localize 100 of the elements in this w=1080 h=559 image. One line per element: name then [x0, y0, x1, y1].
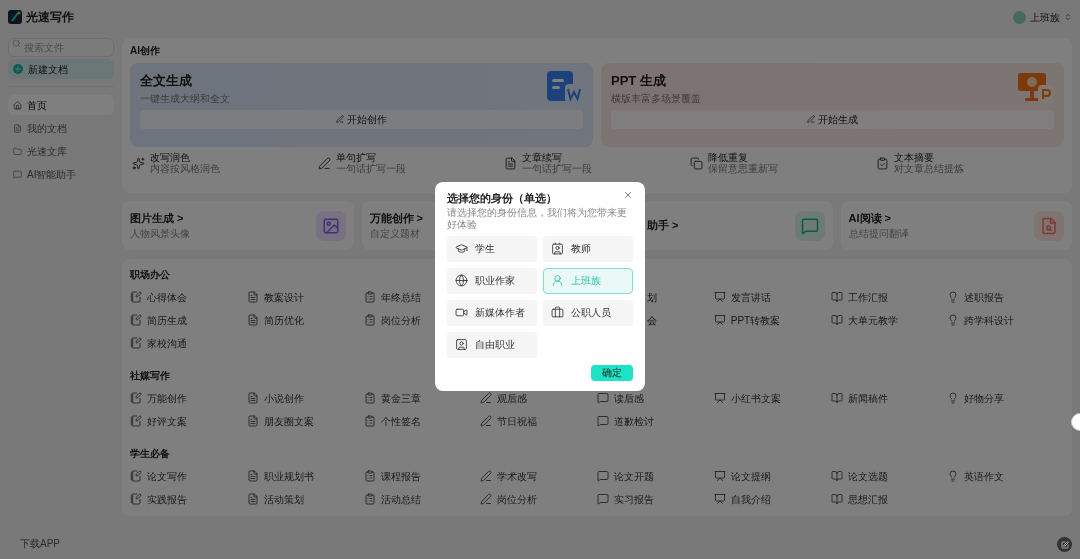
template-item[interactable]: PPT转教案 — [713, 311, 831, 329]
new-document-button[interactable]: 新建文档 — [8, 59, 114, 79]
template-item[interactable]: 教案设计 — [246, 288, 364, 306]
globe-icon — [455, 274, 468, 287]
card-title: 全文生成 — [140, 72, 193, 90]
nav-item[interactable]: 我的文档 — [8, 118, 114, 138]
template-item[interactable]: 课程报告 — [363, 467, 481, 485]
switch-icon[interactable] — [1064, 13, 1072, 21]
template-item[interactable]: 实习报告 — [597, 490, 714, 508]
edit-button[interactable] — [1057, 537, 1072, 552]
template-item[interactable]: 黄金三章 — [363, 389, 481, 407]
bulb-icon — [947, 470, 960, 482]
template-item[interactable]: 万能创作 — [130, 389, 247, 407]
document-icon — [13, 123, 22, 133]
bulb-icon — [947, 314, 960, 326]
nav-item[interactable]: 光速文库 — [8, 141, 114, 161]
pen-icon — [480, 470, 493, 482]
clipboard-icon — [363, 392, 376, 404]
document-icon — [246, 470, 259, 482]
template-item[interactable]: 心得体会 — [130, 288, 247, 306]
folder-icon — [13, 146, 22, 156]
template-item[interactable]: 好评文案 — [130, 412, 247, 430]
chat-icon — [13, 169, 22, 179]
template-item[interactable]: 述职报告 — [947, 288, 1064, 306]
template-item[interactable]: 思想汇报 — [830, 490, 948, 508]
id-card-icon — [551, 242, 564, 255]
identity-option[interactable]: 学生 — [447, 235, 537, 262]
presentation-icon — [713, 493, 726, 505]
book-icon — [830, 314, 843, 326]
card-title: 万能创作 > — [369, 210, 423, 226]
template-item[interactable]: 好物分享 — [947, 389, 1064, 407]
template-item[interactable]: 活动策划 — [246, 490, 364, 508]
clipboard-icon — [363, 314, 376, 326]
template-item[interactable]: 英语作文 — [947, 467, 1064, 485]
template-item[interactable]: 职业规划书 — [246, 467, 364, 485]
template-item[interactable]: 跨学科设计 — [947, 311, 1064, 329]
document-search-icon — [1034, 210, 1064, 241]
tool-title: 单句扩写 — [336, 152, 376, 163]
template-item[interactable]: 小说创作 — [246, 389, 364, 407]
template-item[interactable]: 活动总结 — [363, 490, 481, 508]
template-item[interactable]: 实践报告 — [130, 490, 247, 508]
nav-item[interactable]: AI智能助手 — [8, 164, 114, 184]
template-item[interactable]: 朋友圈文案 — [246, 412, 364, 430]
template-item[interactable]: 道歉检讨 — [597, 412, 714, 430]
template-item[interactable]: 家校沟通 — [130, 334, 247, 352]
sparkle-icon — [132, 156, 145, 170]
nav-item[interactable]: 首页 — [8, 95, 114, 115]
briefcase-icon — [551, 306, 564, 319]
template-item[interactable]: 大单元教学 — [830, 311, 948, 329]
image-icon — [315, 210, 346, 241]
pen-icon — [336, 115, 344, 123]
template-item[interactable]: 节日祝福 — [480, 412, 597, 430]
plus-icon — [14, 65, 22, 73]
template-item[interactable]: 新闻稿件 — [830, 389, 948, 407]
identity-option[interactable]: 职业作家 — [447, 267, 537, 294]
template-item[interactable]: 会 — [647, 312, 657, 328]
card-title: 图片生成 > — [130, 210, 185, 226]
template-item[interactable]: 观后感 — [480, 389, 597, 407]
start-button[interactable]: 开始创作 — [140, 109, 583, 129]
template-item[interactable]: 论文选题 — [830, 467, 948, 485]
template-item[interactable]: 发言讲话 — [713, 288, 831, 306]
camera-icon — [455, 306, 468, 319]
tool-title: 降低重复 — [708, 152, 749, 163]
confirm-button[interactable]: 确定 — [591, 364, 633, 381]
identity-option[interactable]: 自由职业 — [447, 331, 537, 358]
chat-icon — [597, 415, 609, 427]
download-app-link[interactable]: 下载APP — [8, 536, 72, 551]
template-item[interactable]: 论文提纲 — [713, 467, 831, 485]
dialog-title: 选择您的身份（单选） — [447, 191, 557, 206]
template-item[interactable]: 岗位分析 — [480, 490, 597, 508]
template-item[interactable]: 个性签名 — [363, 412, 481, 430]
person-icon — [551, 274, 564, 287]
template-item[interactable]: 简历生成 — [130, 311, 247, 329]
template-item[interactable]: 学术改写 — [480, 467, 597, 485]
template-item[interactable]: 简历优化 — [246, 311, 364, 329]
close-icon[interactable] — [623, 190, 633, 200]
presentation-icon — [713, 470, 726, 482]
presentation-icon — [713, 314, 726, 326]
template-item[interactable]: 划 — [647, 289, 657, 305]
section-title: 社媒写作 — [130, 369, 170, 382]
notebook-icon — [130, 291, 142, 303]
template-item[interactable]: 论文写作 — [130, 467, 247, 485]
document-icon — [246, 415, 259, 427]
template-item[interactable]: 论文开题 — [597, 467, 714, 485]
template-item[interactable]: 读后感 — [597, 389, 714, 407]
clipboard-icon — [363, 291, 376, 303]
graduation-cap-icon — [455, 242, 468, 255]
bulb-icon — [947, 392, 960, 404]
identity-option[interactable]: 新媒体作者 — [447, 299, 537, 326]
presentation-icon — [1018, 71, 1054, 103]
template-item[interactable]: 自我介绍 — [713, 490, 831, 508]
identity-option[interactable]: 教师 — [543, 235, 633, 262]
template-item[interactable]: 工作汇报 — [830, 288, 948, 306]
bulb-icon — [947, 291, 960, 303]
template-item[interactable]: 小红书文案 — [713, 389, 831, 407]
section-title: 学生必备 — [130, 447, 170, 460]
pen-icon — [480, 415, 493, 427]
home-icon — [13, 100, 22, 110]
start-button[interactable]: 开始生成 — [611, 109, 1054, 129]
identity-option[interactable]: 公职人员 — [543, 299, 633, 326]
